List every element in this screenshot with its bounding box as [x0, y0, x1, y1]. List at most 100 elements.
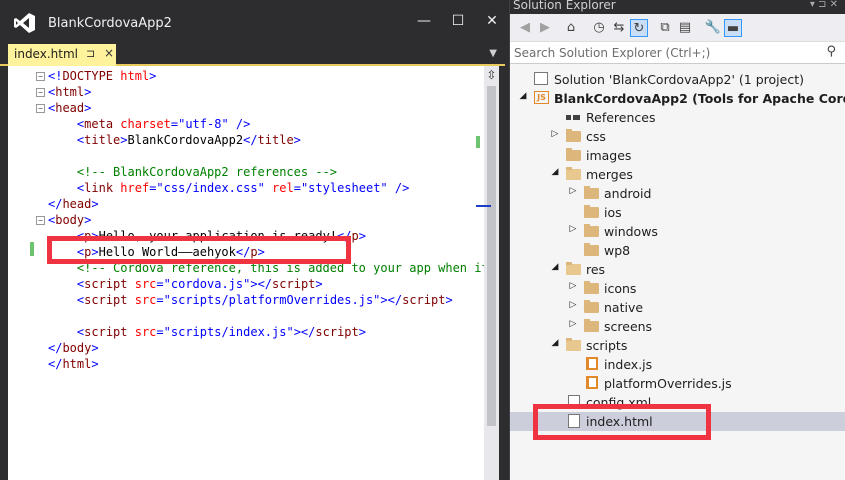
code-token: link [84, 181, 114, 195]
code-token: > [149, 69, 157, 83]
code-token: > [84, 213, 92, 227]
fold-toggle-icon[interactable]: − [36, 88, 45, 97]
split-editor-icon[interactable]: ⇳ [484, 68, 499, 83]
tree-item[interactable]: ▷ icons [510, 279, 845, 298]
code-line[interactable] [48, 148, 484, 164]
tree-item[interactable]: ◢ scripts [510, 336, 845, 355]
tree-item[interactable]: images [510, 146, 845, 165]
tree-item[interactable]: index.js [510, 355, 845, 374]
expand-arrow-icon[interactable]: ▷ [568, 319, 578, 329]
code-token: head [55, 101, 85, 115]
tree-item[interactable]: ios [510, 203, 845, 222]
home-icon[interactable]: ⌂ [562, 19, 580, 37]
editor-scrollbar[interactable]: ⇳ [484, 66, 499, 480]
code-editor[interactable]: − <!DOCTYPE html> − <html> − <head> <meta cha… [8, 66, 499, 480]
panel-controls-icon[interactable]: ▾ ⊐ ✕ [810, 0, 838, 10]
collapse-arrow-icon[interactable]: ◢ [550, 338, 560, 348]
tree-item[interactable]: ◢ merges [510, 165, 845, 184]
tab-index-html[interactable]: index.html ⊐ × [8, 44, 116, 66]
scrollbar-change-marker [476, 136, 480, 148]
maximize-button[interactable]: ☐ [448, 12, 468, 30]
pin-icon[interactable]: ⊐ [86, 47, 95, 60]
expand-arrow-icon[interactable]: ▷ [568, 186, 578, 196]
code-lines[interactable]: − <!DOCTYPE html> − <html> − <head> <meta cha… [36, 68, 496, 372]
code-token: > [120, 133, 128, 147]
tree-item[interactable]: wp8 [510, 241, 845, 260]
code-token: </ [243, 133, 258, 147]
code-token: script [84, 293, 128, 307]
tree-item[interactable]: ▷ android [510, 184, 845, 203]
tree-item[interactable]: References [510, 108, 845, 127]
fold-toggle-icon[interactable]: − [36, 104, 45, 113]
show-all-files-icon[interactable]: ▤ [676, 19, 694, 37]
search-icon[interactable]: ⚲ [826, 44, 836, 59]
scrollbar-thumb[interactable] [487, 86, 496, 426]
code-line[interactable]: </html> [48, 356, 484, 372]
code-line[interactable]: <!-- BlankCordovaApp2 references --> [48, 164, 484, 180]
tree-item-label: icons [604, 281, 637, 296]
highlight-box-code [47, 236, 351, 264]
code-line[interactable]: − <!DOCTYPE html> [36, 68, 484, 84]
code-token: src [134, 293, 157, 307]
code-line[interactable]: <script src="scripts/index.js"></script> [48, 324, 484, 340]
folder-icon [584, 224, 600, 239]
expand-arrow-icon[interactable]: ▷ [568, 300, 578, 310]
code-line[interactable]: </body> [48, 340, 484, 356]
tree-item-label: index.js [604, 357, 653, 372]
code-line[interactable]: <script src="cordova.js"></script> [48, 276, 484, 292]
tree-item[interactable]: platformOverrides.js [510, 374, 845, 393]
folder-icon [584, 300, 600, 315]
sync-icon[interactable]: ⇆ [610, 19, 628, 37]
expand-arrow-icon[interactable]: ▷ [568, 224, 578, 234]
tree-item-label: screens [604, 319, 653, 334]
collapse-arrow-icon[interactable]: ◢ [550, 262, 560, 272]
tab-close-icon[interactable]: × [104, 46, 114, 60]
tree-item[interactable]: ◢ JS BlankCordovaApp2 (Tools for Apache Co… [510, 89, 845, 108]
code-line[interactable]: − <head> [36, 100, 484, 116]
expand-arrow-icon[interactable]: ▷ [568, 281, 578, 291]
search-box[interactable]: Search Solution Explorer (Ctrl+;) ⚲ [510, 42, 845, 64]
code-line[interactable]: <meta charset="utf-8" /> [48, 116, 484, 132]
tree-item[interactable]: ▷ native [510, 298, 845, 317]
collapse-arrow-icon[interactable]: ◢ [550, 167, 560, 177]
forward-icon[interactable]: ▶ [536, 19, 554, 37]
code-line[interactable]: </head> [48, 196, 484, 212]
tree-item[interactable]: ▷ screens [510, 317, 845, 336]
tree-item[interactable]: ▷ windows [510, 222, 845, 241]
code-token: script [315, 325, 359, 339]
collapse-arrow-icon[interactable]: ◢ [518, 91, 528, 101]
code-line[interactable]: <script src="scripts/platformOverrides.j… [48, 292, 484, 308]
fold-toggle-icon[interactable]: − [36, 72, 45, 81]
expand-arrow-icon[interactable]: ▷ [550, 129, 560, 139]
folder-icon [584, 319, 600, 334]
history-icon[interactable]: ◷ [590, 19, 608, 37]
code-token: p [351, 229, 359, 243]
close-button[interactable]: ✕ [482, 12, 502, 30]
refresh-icon[interactable]: ↻ [630, 19, 648, 37]
tree-item[interactable]: ◢ res [510, 260, 845, 279]
title-bar: BlankCordovaApp2 — ☐ ✕ [0, 0, 505, 44]
minimize-button[interactable]: — [414, 12, 434, 30]
code-line[interactable] [48, 308, 484, 324]
code-line[interactable]: <title>BlankCordovaApp2</title> [48, 132, 484, 148]
preview-icon[interactable]: ▬ [724, 19, 742, 37]
code-line[interactable]: − <html> [36, 84, 484, 100]
fold-toggle-icon[interactable]: − [36, 216, 45, 225]
code-token: html [62, 357, 92, 371]
collapse-all-icon[interactable]: ⧉ [656, 19, 674, 37]
search-input[interactable]: Search Solution Explorer (Ctrl+;) [514, 46, 710, 60]
tree-item-label: merges [586, 167, 633, 182]
tree-item-label: native [604, 300, 644, 315]
code-line[interactable]: <link href="css/index.css" rel="styleshe… [48, 180, 484, 196]
tab-dropdown-icon[interactable]: ▼ [489, 48, 497, 59]
properties-icon[interactable]: 🔧 [704, 19, 722, 37]
tree-item[interactable]: ▷ css [510, 127, 845, 146]
code-token: script [84, 277, 128, 291]
code-line[interactable]: − <body> [36, 212, 484, 228]
tree-item[interactable]: Solution 'BlankCordovaApp2' (1 project) [510, 70, 845, 89]
code-token: > [358, 325, 366, 339]
back-icon[interactable]: ◀ [516, 19, 534, 37]
